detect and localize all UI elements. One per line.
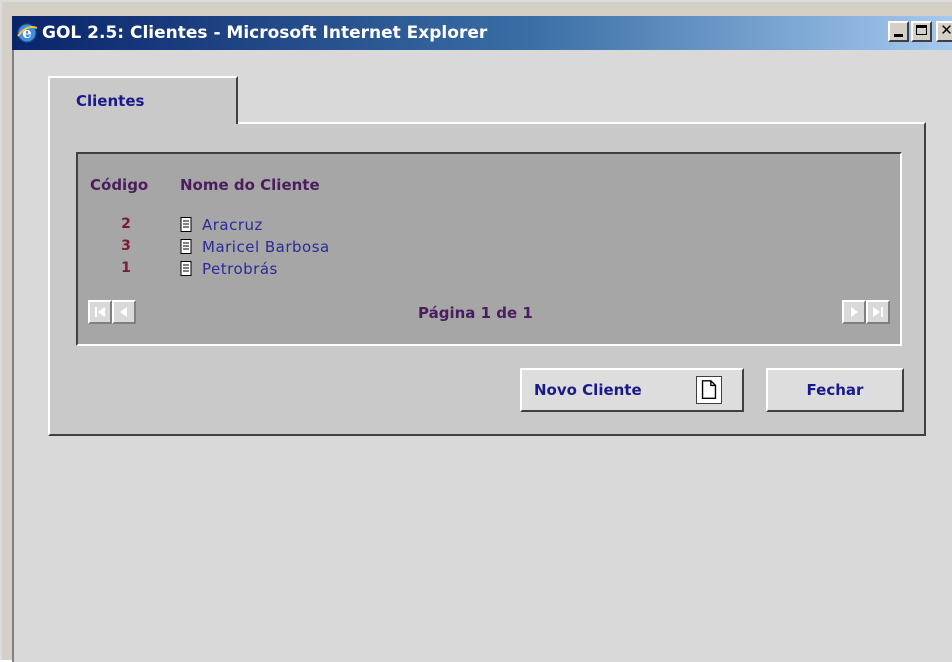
close-window-button[interactable]: ✕ — [936, 21, 952, 42]
last-page-button[interactable] — [866, 300, 890, 324]
new-document-icon — [696, 376, 722, 404]
tab-clientes[interactable]: Clientes — [48, 76, 238, 124]
table-row: 3 Maricel Barbosa — [78, 238, 678, 260]
tab-label: Clientes — [76, 92, 145, 110]
column-header-code: Código — [90, 176, 149, 194]
first-page-button[interactable] — [88, 300, 112, 324]
maximize-button[interactable] — [911, 21, 932, 42]
last-page-icon — [873, 307, 883, 317]
new-client-button[interactable]: Novo Cliente — [520, 368, 744, 412]
client-code: 1 — [121, 260, 131, 276]
table-row: 2 Aracruz — [78, 216, 678, 238]
pager: Página 1 de 1 — [88, 300, 894, 326]
internet-explorer-icon: e — [17, 23, 38, 43]
client-name-link[interactable]: Maricel Barbosa — [202, 238, 330, 256]
client-code: 3 — [121, 238, 131, 254]
browser-window: e GOL 2.5: Clientes - Microsoft Internet… — [0, 0, 952, 662]
next-page-button[interactable] — [842, 300, 866, 324]
minimize-icon — [894, 34, 903, 37]
document-icon — [180, 217, 192, 232]
maximize-icon — [916, 25, 927, 35]
document-icon — [180, 239, 192, 254]
page-content: Clientes Código Nome do Cliente 2 Aracru… — [12, 50, 952, 662]
first-page-icon — [95, 307, 105, 317]
previous-page-button[interactable] — [112, 300, 136, 324]
clients-panel: Código Nome do Cliente 2 Aracruz 3 Maric… — [48, 122, 926, 436]
table-row: 1 Petrobrás — [78, 260, 678, 282]
document-icon — [180, 261, 192, 276]
next-page-icon — [851, 307, 858, 317]
client-name-link[interactable]: Petrobrás — [202, 260, 278, 278]
title-bar[interactable]: e GOL 2.5: Clientes - Microsoft Internet… — [12, 16, 952, 50]
new-client-label: Novo Cliente — [534, 381, 642, 399]
close-label: Fechar — [806, 381, 864, 399]
client-code: 2 — [121, 216, 131, 232]
previous-page-icon — [120, 307, 127, 317]
window-title: GOL 2.5: Clientes - Microsoft Internet E… — [42, 23, 488, 43]
client-list: Código Nome do Cliente 2 Aracruz 3 Maric… — [76, 152, 902, 346]
minimize-button[interactable] — [888, 21, 909, 42]
close-button[interactable]: Fechar — [766, 368, 904, 412]
close-icon: ✕ — [940, 21, 952, 39]
column-header-name: Nome do Cliente — [180, 176, 320, 194]
page-indicator: Página 1 de 1 — [418, 304, 533, 322]
client-name-link[interactable]: Aracruz — [202, 216, 263, 234]
